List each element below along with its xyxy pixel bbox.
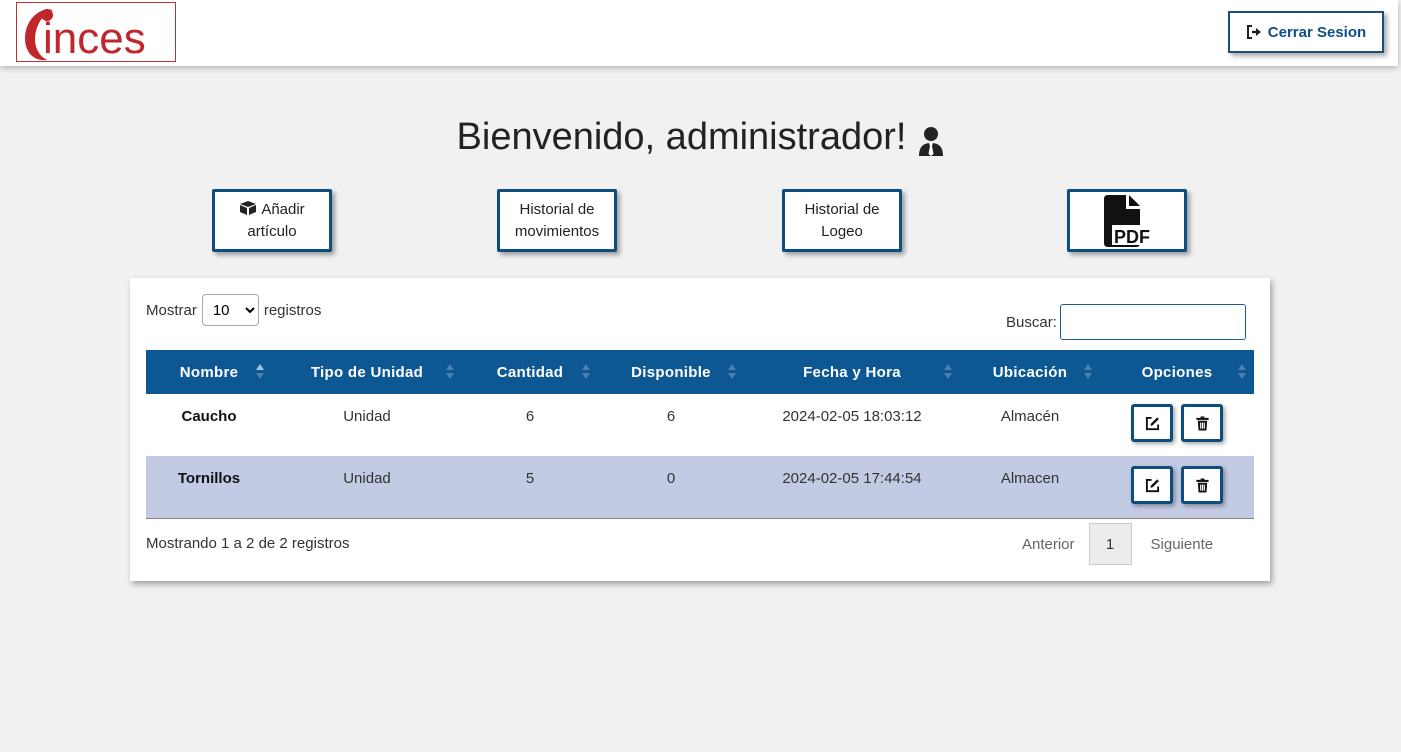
cell-fecha: 2024-02-05 17:44:54 xyxy=(782,470,922,487)
edit-icon xyxy=(1145,416,1159,430)
cell-tipo: Unidad xyxy=(343,470,391,487)
next-page-button[interactable]: Siguiente xyxy=(1151,536,1214,553)
cell-disponible: 0 xyxy=(666,470,676,487)
sort-asc-icon xyxy=(256,364,264,380)
col-header-cantidad[interactable]: Cantidad xyxy=(462,350,598,394)
add-item-line1-wrap: Añadir xyxy=(239,199,305,221)
welcome-heading: Bienvenido, administrador! xyxy=(0,116,1401,159)
prev-page-button[interactable]: Anterior xyxy=(1022,536,1075,553)
file-pdf-icon: PDF xyxy=(1104,194,1152,247)
top-navbar: inces Cerrar Sesion xyxy=(0,0,1398,66)
cell-tipo: Unidad xyxy=(343,408,391,425)
search-input[interactable] xyxy=(1059,304,1246,340)
add-item-label-1: Añadir xyxy=(261,200,305,218)
col-header-nombre[interactable]: Nombre xyxy=(146,350,272,394)
cell-opciones xyxy=(1100,394,1254,456)
pdf-export-button[interactable]: PDF xyxy=(1067,189,1187,252)
login-history-label-2: Logeo xyxy=(821,222,863,240)
sort-icon xyxy=(944,364,952,380)
sign-out-icon xyxy=(1246,25,1261,39)
logout-button[interactable]: Cerrar Sesion xyxy=(1228,11,1384,53)
edit-button[interactable] xyxy=(1131,404,1173,442)
sort-icon xyxy=(1238,364,1246,380)
row-actions xyxy=(1100,404,1254,442)
sort-icon xyxy=(446,364,454,380)
add-item-label-2: artículo xyxy=(247,222,297,240)
cell-nombre: Caucho xyxy=(181,408,237,425)
delete-button[interactable] xyxy=(1181,466,1223,504)
table-row: Caucho Unidad 6 6 2024-02-05 18:03:12 Al… xyxy=(146,394,1254,456)
inventory-table: Nombre Tipo de Unidad Cantidad Disponibl… xyxy=(146,350,1254,519)
pdf-icon-text: PDF xyxy=(1114,227,1150,247)
col-header-fecha[interactable]: Fecha y Hora xyxy=(744,350,960,394)
records-label: registros xyxy=(263,301,322,319)
welcome-text: Bienvenido, administrador! xyxy=(456,116,907,158)
boxes-icon xyxy=(240,200,257,215)
cell-nombre: Tornillos xyxy=(177,470,241,487)
col-header-tipo[interactable]: Tipo de Unidad xyxy=(272,350,462,394)
login-history-button[interactable]: Historial de Logeo xyxy=(782,189,902,252)
trash-icon xyxy=(1195,477,1209,493)
col-header-label: Fecha y Hora xyxy=(803,363,901,381)
movement-history-label-2: movimientos xyxy=(514,222,600,240)
edit-icon xyxy=(1145,478,1159,492)
movement-history-button[interactable]: Historial de movimientos xyxy=(497,189,617,252)
cell-ubicacion: Almacén xyxy=(1000,408,1060,425)
inces-logo[interactable]: inces xyxy=(16,2,176,62)
inventory-card: Mostrar 10 registros Buscar: Nombre Tipo… xyxy=(130,278,1270,581)
cell-ubicacion: Almacen xyxy=(1000,470,1060,487)
table-row: Tornillos Unidad 5 0 2024-02-05 17:44:54… xyxy=(146,456,1254,518)
col-header-label: Ubicación xyxy=(992,363,1068,381)
col-header-label: Opciones xyxy=(1141,363,1213,381)
cell-fecha: 2024-02-05 18:03:12 xyxy=(782,408,922,425)
cell-cantidad: 6 xyxy=(525,408,535,425)
search-control: Buscar: xyxy=(1006,304,1246,340)
col-header-label: Disponible xyxy=(631,363,711,381)
table-info: Mostrando 1 a 2 de 2 registros xyxy=(146,535,350,552)
col-header-label: Cantidad xyxy=(496,363,564,381)
cell-disponible: 6 xyxy=(666,408,676,425)
page-1-button[interactable]: 1 xyxy=(1088,523,1132,565)
page-length-control: Mostrar 10 registros xyxy=(146,294,321,326)
login-history-label-1: Historial de xyxy=(804,200,880,218)
logo-wordmark: inces xyxy=(43,14,146,62)
cell-opciones xyxy=(1100,456,1254,518)
user-tie-icon xyxy=(919,126,944,156)
table-header-row: Nombre Tipo de Unidad Cantidad Disponibl… xyxy=(146,350,1254,394)
trash-icon xyxy=(1195,415,1209,431)
movement-history-label-1: Historial de xyxy=(519,200,595,218)
logout-label: Cerrar Sesion xyxy=(1267,23,1367,41)
pagination: Anterior 1 Siguiente xyxy=(1022,523,1213,565)
edit-button[interactable] xyxy=(1131,466,1173,504)
cell-cantidad: 5 xyxy=(525,470,535,487)
sort-icon xyxy=(1084,364,1092,380)
col-header-label: Tipo de Unidad xyxy=(310,363,424,381)
col-header-label: Nombre xyxy=(179,363,239,381)
search-label: Buscar: xyxy=(1006,313,1057,331)
col-header-ubicacion[interactable]: Ubicación xyxy=(960,350,1100,394)
col-header-opciones[interactable]: Opciones xyxy=(1100,350,1254,394)
delete-button[interactable] xyxy=(1181,404,1223,442)
row-actions xyxy=(1100,466,1254,504)
col-header-disponible[interactable]: Disponible xyxy=(598,350,744,394)
sort-icon xyxy=(582,364,590,380)
sort-icon xyxy=(728,364,736,380)
add-item-button[interactable]: Añadir artículo xyxy=(212,189,332,252)
page-size-select[interactable]: 10 xyxy=(201,294,259,326)
show-label: Mostrar xyxy=(146,301,197,319)
